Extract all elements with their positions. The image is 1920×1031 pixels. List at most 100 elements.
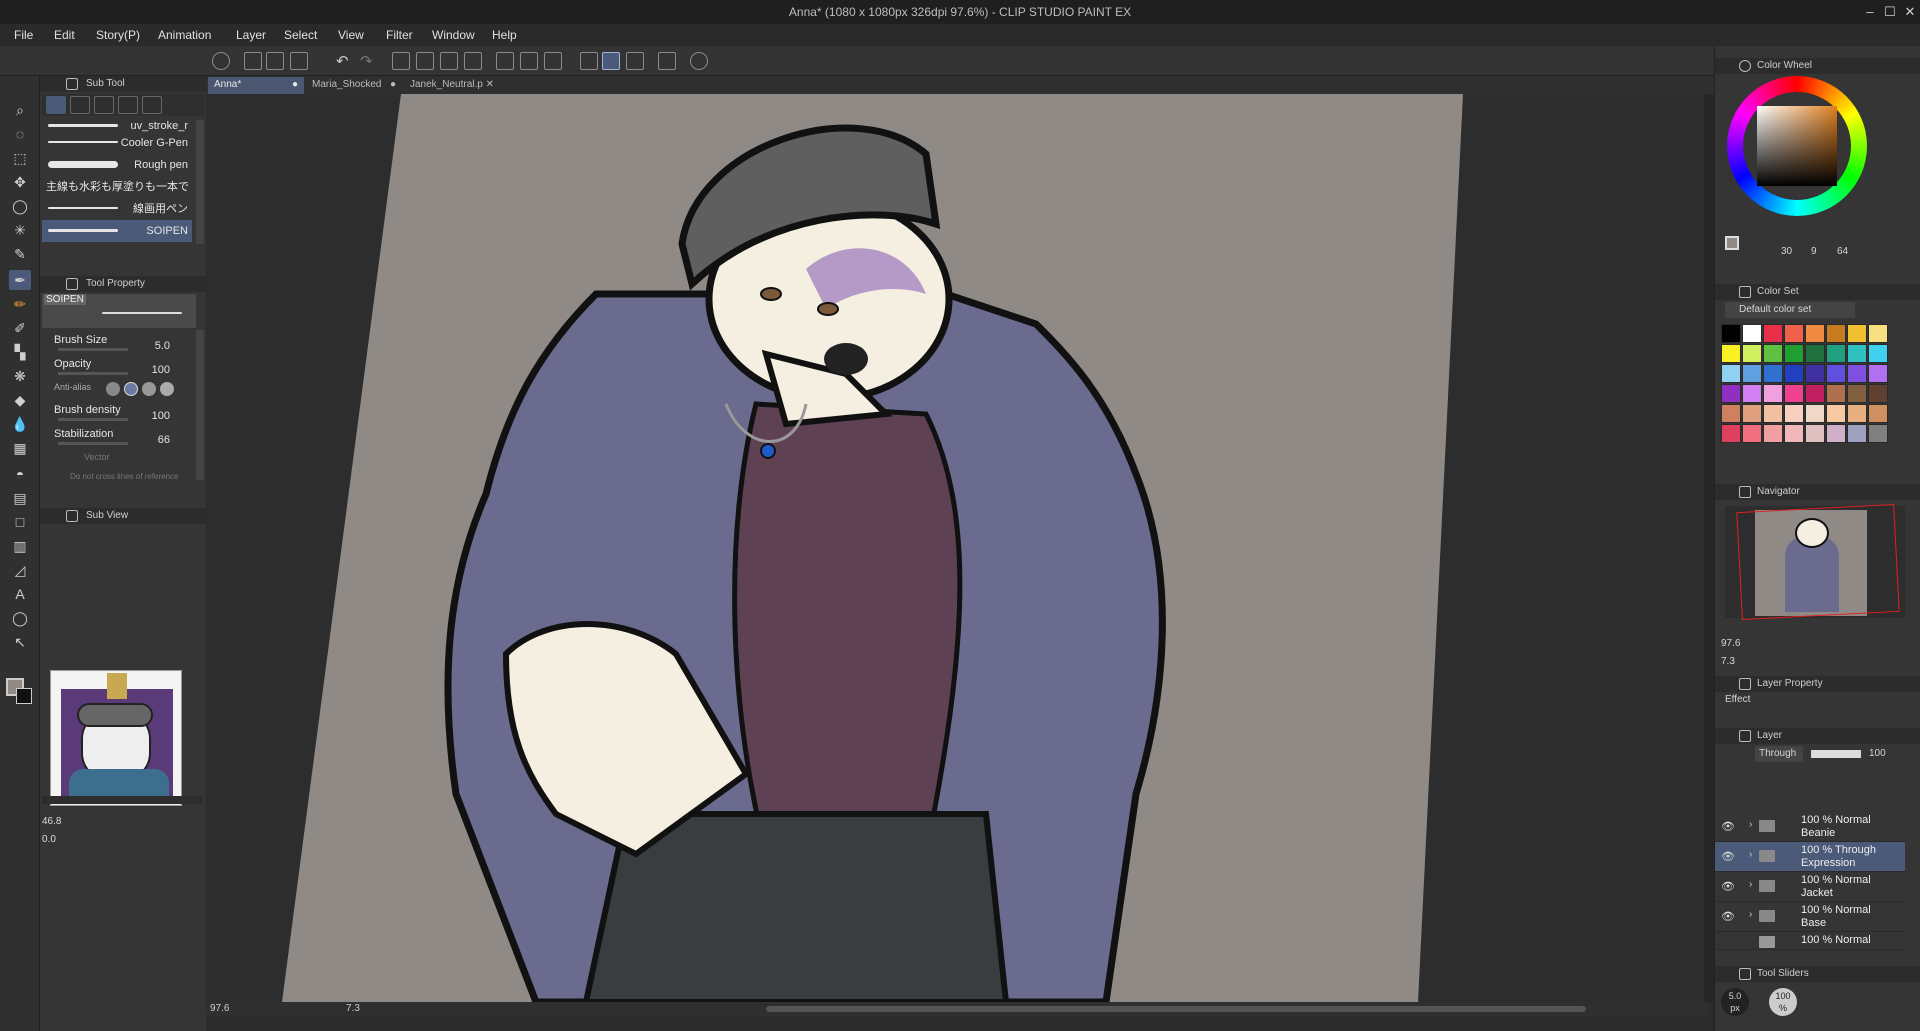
canvas-area[interactable] [206, 94, 1708, 1002]
deselect-icon[interactable] [464, 52, 482, 70]
color-swatch[interactable] [1742, 384, 1762, 403]
menu-edit[interactable]: Edit [54, 28, 75, 42]
opacity-row[interactable]: Opacity 100 [54, 358, 194, 382]
color-swatch[interactable] [1742, 324, 1762, 343]
snap-ruler-icon[interactable] [580, 52, 598, 70]
pen-tool-icon[interactable]: ✒ [9, 270, 31, 290]
menu-view[interactable]: View [338, 28, 364, 42]
color-swatch[interactable] [1784, 344, 1804, 363]
color-swatch[interactable] [1784, 364, 1804, 383]
blend-mode-select[interactable]: Through [1755, 746, 1803, 762]
color-swatch[interactable] [1847, 324, 1867, 343]
layer-row[interactable]: 👁 › 100 % Normal Base [1715, 902, 1905, 932]
canvas-hscroll[interactable] [766, 1006, 1586, 1012]
color-swatch[interactable] [1805, 404, 1825, 423]
color-swatch[interactable] [1826, 324, 1846, 343]
brush-scrollbar[interactable] [196, 120, 204, 244]
transform-icon[interactable] [440, 52, 458, 70]
menu-window[interactable]: Window [432, 28, 475, 42]
panel-icon[interactable]: ▥ [9, 536, 31, 556]
brush-item[interactable]: Cooler G-Pen [42, 132, 192, 154]
companion-icon[interactable] [658, 52, 676, 70]
artwork[interactable] [206, 94, 1708, 1002]
figure-icon[interactable]: ▦ [9, 438, 31, 458]
blend-icon[interactable]: 💧 [9, 414, 31, 434]
frame-icon[interactable]: □ [9, 512, 31, 532]
snap-grid-icon[interactable] [626, 52, 644, 70]
minimize-button[interactable]: – [1860, 2, 1880, 22]
canvas-angle[interactable]: 7.3 [346, 1003, 360, 1014]
custom-group-tab[interactable] [118, 96, 138, 114]
color-swatch[interactable] [1805, 324, 1825, 343]
clear-icon[interactable] [392, 52, 410, 70]
color-swatch[interactable] [1742, 424, 1762, 443]
sv-square[interactable] [1757, 106, 1837, 186]
undo-icon[interactable]: ↶ [336, 52, 354, 70]
color-swatch[interactable] [1784, 384, 1804, 403]
menu-help[interactable]: Help [492, 28, 517, 42]
color-swatch[interactable] [1805, 344, 1825, 363]
menu-file[interactable]: File [14, 28, 33, 42]
operation-tool-icon[interactable]: ⬚ [9, 148, 31, 168]
color-swatch[interactable] [1868, 404, 1888, 423]
tab-janek[interactable]: Janek_Neutral.p ✕ [404, 77, 500, 94]
layer-row[interactable]: 100 % Normal [1715, 932, 1905, 950]
anti-alias-row[interactable]: Anti-alias [54, 382, 194, 406]
lasso-icon[interactable]: ◯ [9, 196, 31, 216]
color-swatch[interactable] [1868, 324, 1888, 343]
open-file-icon[interactable] [266, 52, 284, 70]
marker-group-tab[interactable] [70, 96, 90, 114]
brush-item[interactable]: Rough pen [42, 154, 192, 176]
show-selection-icon[interactable] [520, 52, 538, 70]
pencil-tool-icon[interactable]: ✏ [9, 294, 31, 314]
hue-ring[interactable] [1727, 76, 1867, 216]
navigator-angle[interactable]: 7.3 [1721, 656, 1735, 667]
menu-filter[interactable]: Filter [386, 28, 413, 42]
color-swatch[interactable] [1826, 344, 1846, 363]
layer-row-selected[interactable]: 👁 › 100 % Through Expression [1715, 842, 1905, 872]
gradient-icon[interactable]: ▤ [9, 488, 31, 508]
color-swatch[interactable] [1847, 364, 1867, 383]
brush-item-selected[interactable]: SOIPEN [42, 220, 192, 242]
ruler-icon[interactable]: ◿ [9, 560, 31, 580]
menu-story[interactable]: Story(P) [96, 28, 140, 42]
color-swatch[interactable] [1721, 324, 1741, 343]
color-swatch[interactable] [1847, 344, 1867, 363]
property-scrollbar[interactable] [196, 330, 204, 480]
color-swatch[interactable] [1826, 384, 1846, 403]
tab-anna[interactable]: Anna* ● [208, 77, 304, 94]
color-swatch[interactable] [1742, 404, 1762, 423]
color-swatch[interactable] [1763, 364, 1783, 383]
opacity-slider-knob[interactable]: 100% [1769, 988, 1797, 1016]
fill-tool-icon[interactable]: ◓ [9, 464, 31, 484]
main-color-indicator[interactable] [1725, 236, 1739, 250]
tab-maria[interactable]: Maria_Shocked ● [306, 77, 402, 94]
close-button[interactable]: ✕ [1900, 2, 1920, 22]
layer-opacity[interactable]: 100 [1869, 748, 1886, 759]
new-file-icon[interactable] [244, 52, 262, 70]
color-swatch[interactable] [1847, 404, 1867, 423]
sub-view-hscroll[interactable] [42, 796, 202, 804]
color-swatch[interactable] [1826, 404, 1846, 423]
ink-group-tab[interactable] [94, 96, 114, 114]
layer-row[interactable]: 👁 › 100 % Normal Jacket [1715, 872, 1905, 902]
save-icon[interactable] [290, 52, 308, 70]
color-swatch[interactable] [1784, 324, 1804, 343]
pen-group-tab[interactable] [46, 96, 66, 114]
brush-tool-icon[interactable]: ✐ [9, 318, 31, 338]
color-swatch[interactable] [1784, 424, 1804, 443]
color-swatch[interactable] [1721, 384, 1741, 403]
correct-line-icon[interactable]: ↖ [9, 632, 31, 652]
color-swatch[interactable] [1763, 404, 1783, 423]
color-swatch[interactable] [1847, 384, 1867, 403]
sub-view-angle[interactable]: 0.0 [42, 834, 56, 845]
color-swatch[interactable] [1868, 344, 1888, 363]
maximize-button[interactable]: ☐ [1880, 2, 1900, 22]
color-set-select[interactable]: Default color set [1725, 302, 1855, 318]
move-layer-icon[interactable]: ✥ [9, 172, 31, 192]
redo-icon[interactable]: ↷ [360, 52, 378, 70]
menu-select[interactable]: Select [284, 28, 317, 42]
text-tool-icon[interactable]: A [9, 584, 31, 604]
color-swatch[interactable] [1847, 424, 1867, 443]
navigator-preview[interactable] [1725, 503, 1905, 621]
